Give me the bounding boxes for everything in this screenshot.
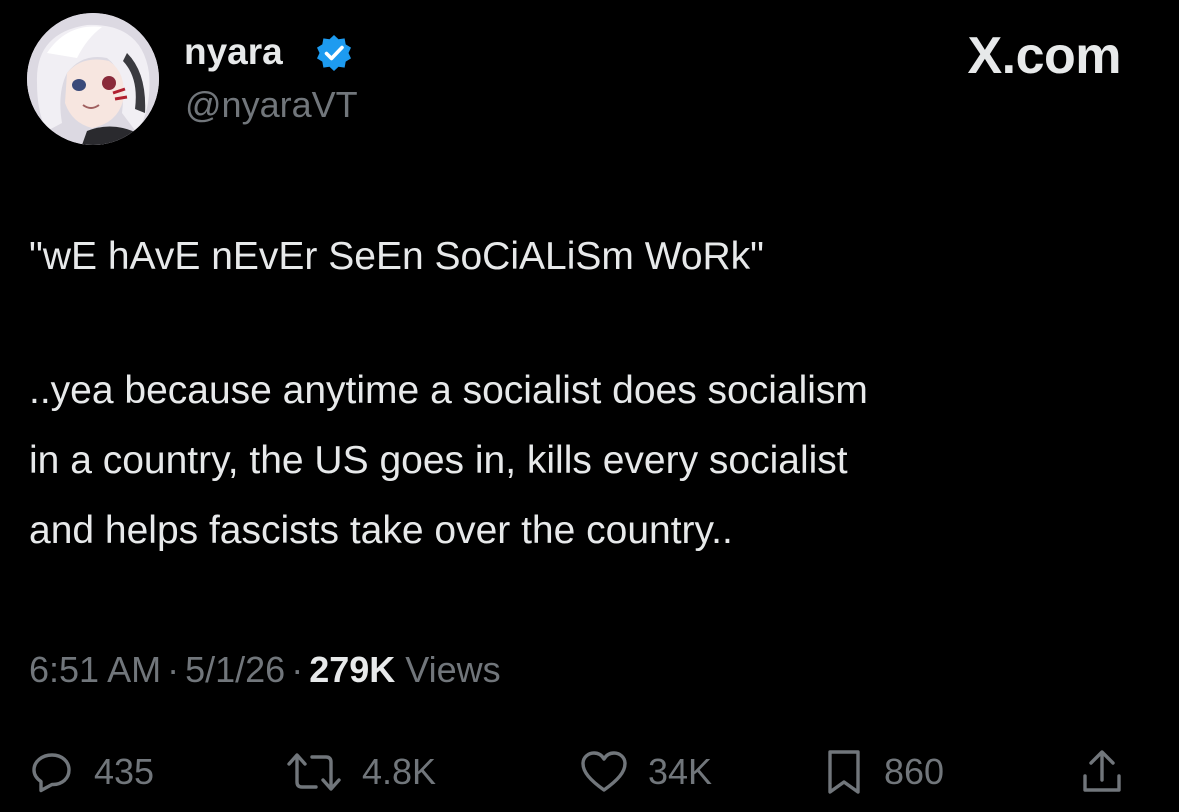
repost-button[interactable]: 4.8K [286,745,436,799]
user-handle[interactable]: @nyaraVT [185,84,358,126]
views-label: Views [405,649,501,690]
tweet-date[interactable]: 5/1/26 [185,649,285,690]
tweet-text-line: "wE hAvE nEvEr SeEn SoCiALiSm WoRk" [29,235,765,278]
share-button[interactable] [1080,745,1124,799]
tweet-text-paragraph: ..yea because anytime a socialist does s… [29,369,868,552]
bookmark-button[interactable]: 860 [824,745,944,799]
share-icon [1083,750,1121,792]
verified-badge-icon [314,33,354,73]
reply-button[interactable]: 435 [30,745,154,799]
tweet-time[interactable]: 6:51 AM [29,649,161,690]
reply-count: 435 [94,751,155,792]
avatar[interactable] [27,13,159,145]
bookmark-icon [828,750,860,794]
meta-separator: · [167,649,180,690]
anime-avatar-icon [27,13,159,145]
meta-separator: · [291,649,304,690]
tweet-meta: 6:51 AM · 5/1/26 · 279K Views [29,645,501,695]
bookmark-count: 860 [884,751,945,792]
site-label: X.com [967,27,1121,85]
reply-icon [32,753,71,793]
like-count: 34K [648,751,713,792]
views-count: 279K [309,649,396,690]
heart-icon [581,751,627,792]
repost-icon [287,753,341,791]
display-name[interactable]: nyara [184,30,283,74]
like-button[interactable]: 34K [580,745,712,799]
repost-count: 4.8K [362,751,437,792]
tweet-card: nyara @nyaraVT X.com "wE hAvE nEvEr SeEn… [0,0,1179,812]
